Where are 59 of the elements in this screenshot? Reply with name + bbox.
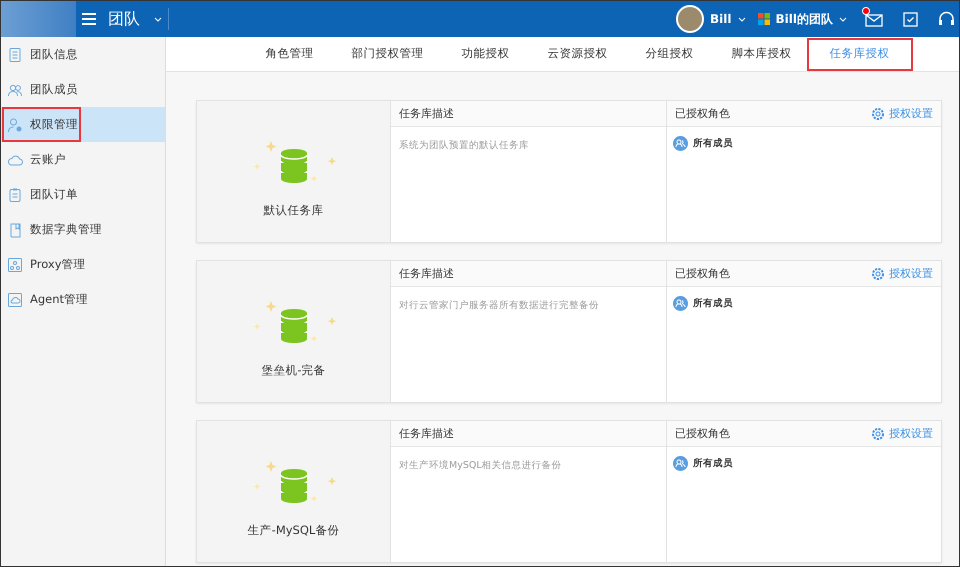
- document-icon: [7, 46, 23, 62]
- group-icon: [673, 456, 688, 471]
- network-icon: [7, 256, 23, 272]
- chevron-down-icon[interactable]: [839, 16, 847, 22]
- library-description: 系统为团队预置的默认任务库: [398, 139, 530, 153]
- tab[interactable]: 部门授权管理: [332, 37, 442, 71]
- sidebar-label: 数据字典管理: [30, 222, 102, 237]
- sidebar-item[interactable]: Agent管理: [1, 282, 165, 317]
- role-name: 所有成员: [693, 137, 733, 150]
- app-title: 团队: [108, 8, 140, 30]
- checklist-icon[interactable]: [903, 11, 918, 27]
- sidebar-label: 团队成员: [30, 82, 78, 97]
- headset-icon[interactable]: [938, 11, 955, 27]
- column-header: 任务库描述: [399, 106, 454, 121]
- chevron-down-icon[interactable]: [154, 16, 162, 22]
- library-name: 默认任务库: [264, 203, 324, 218]
- sidebar-label: Agent管理: [30, 292, 88, 307]
- sidebar-item[interactable]: 云账户: [1, 142, 165, 177]
- sidebar-item[interactable]: 团队成员: [1, 72, 165, 107]
- column-header: 任务库描述: [399, 266, 454, 281]
- user-gear-icon: [7, 116, 23, 132]
- squares-logo-icon: [758, 13, 770, 25]
- cloud-box-icon: [7, 292, 23, 308]
- menu-icon[interactable]: [82, 13, 96, 25]
- sidebar-item[interactable]: Proxy管理: [1, 247, 165, 282]
- settings-icon: [871, 266, 885, 280]
- column-header: 已授权角色: [675, 426, 730, 441]
- sidebar-label: 权限管理: [30, 117, 78, 132]
- user-name[interactable]: Bill: [710, 12, 732, 26]
- user-avatar[interactable]: [676, 5, 704, 33]
- library-name: 堡垒机-完备: [261, 363, 326, 378]
- team-name[interactable]: Bill的团队: [776, 10, 833, 28]
- role-name: 所有成员: [693, 457, 733, 470]
- library-description: 对行云管家门户服务器所有数据进行完整备份: [398, 299, 600, 313]
- sidebar-label: 团队订单: [30, 187, 78, 202]
- settings-icon: [871, 426, 885, 440]
- tab[interactable]: 功能授权: [442, 37, 528, 71]
- clipboard-icon: [7, 186, 23, 202]
- column-header: 任务库描述: [399, 426, 454, 441]
- library-description: 对生产环境MySQL相关信息进行备份: [398, 459, 563, 473]
- sidebar-label: 云账户: [30, 152, 66, 167]
- sidebar-item[interactable]: 数据字典管理: [1, 212, 165, 247]
- library-name: 生产-MySQL备份: [248, 523, 340, 538]
- sidebar-item[interactable]: 团队订单: [1, 177, 165, 212]
- role-name: 所有成员: [693, 297, 733, 310]
- sidebar-item[interactable]: 团队信息: [1, 37, 165, 72]
- sidebar-label: 团队信息: [30, 47, 78, 62]
- tab[interactable]: 分组授权: [626, 37, 712, 71]
- tab[interactable]: 角色管理: [246, 37, 332, 71]
- group-icon: [673, 136, 688, 151]
- chevron-down-icon[interactable]: [738, 16, 746, 22]
- sidebar-label: Proxy管理: [30, 257, 86, 272]
- sidebar-item[interactable]: 权限管理: [1, 107, 165, 142]
- tab[interactable]: 脚本库授权: [712, 37, 810, 71]
- tab[interactable]: 云资源授权: [528, 37, 626, 71]
- group-icon: [673, 296, 688, 311]
- column-header: 已授权角色: [675, 106, 730, 121]
- settings-icon: [871, 106, 885, 120]
- column-header: 已授权角色: [675, 266, 730, 281]
